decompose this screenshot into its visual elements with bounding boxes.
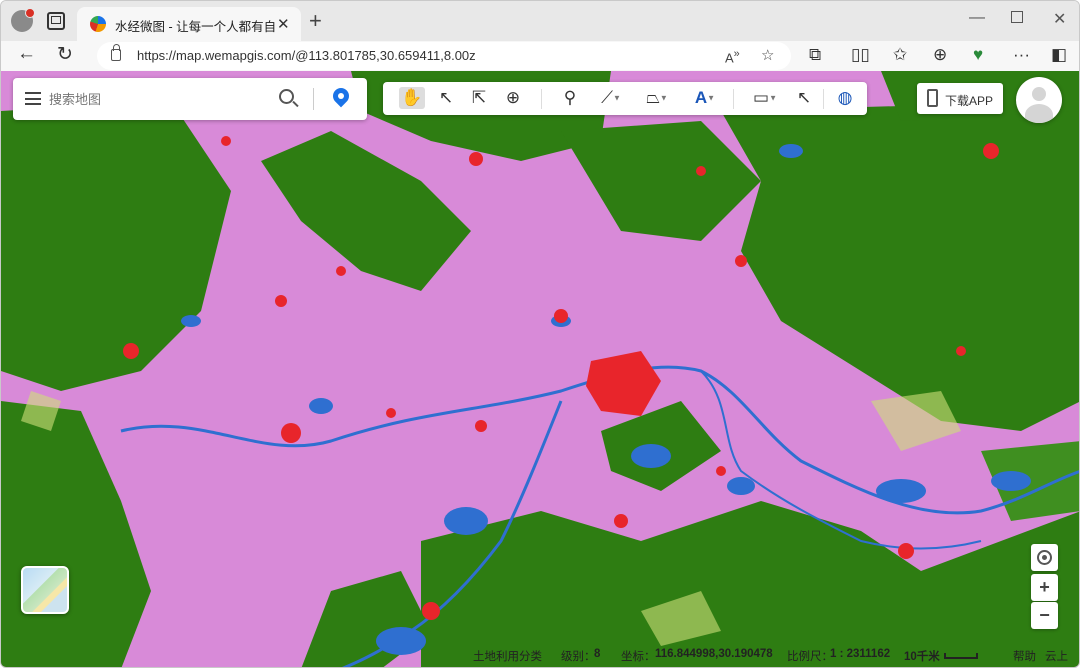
basemap-switcher[interactable] [21, 566, 69, 614]
level-label: 级别： [561, 651, 596, 663]
read-aloud-icon[interactable]: A» [725, 48, 740, 65]
tab-title: 水经微图 - 让每一个人都有自己的 [115, 20, 275, 34]
maximize-icon[interactable] [1011, 11, 1023, 23]
zoom-in-button[interactable]: + [1031, 574, 1058, 601]
tab-bar: 水经微图 - 让每一个人都有自己的 ✕ + — ✕ [1, 1, 1079, 41]
land-use-map [1, 71, 1079, 667]
toolbar-divider [823, 89, 824, 109]
extensions-icon[interactable]: ⧉ [809, 45, 821, 65]
download-app-button[interactable]: 下载APP [917, 83, 1003, 114]
favorites-icon[interactable]: ✩ [893, 45, 907, 65]
collections-icon[interactable]: ⊕ [933, 45, 947, 65]
map-status-bar: 土地利用分类 级别： 8 坐标： 116.844998,30.190478 比例… [1, 645, 1079, 667]
minimize-icon[interactable]: — [969, 9, 985, 27]
toolbar-divider [541, 89, 542, 109]
new-tab-icon[interactable]: + [309, 8, 322, 34]
add-text-icon[interactable]: A▼ [687, 87, 723, 109]
sidebar-toggle-icon[interactable]: ◧ [1051, 45, 1067, 65]
split-screen-icon[interactable]: ▯▯ [851, 45, 870, 65]
map-toolbar: ✋ ↖ ⇱ ⊕ ⚲ ⟋▼ ⏢▼ A▼ ▭▼ ↖ ◍ [383, 82, 867, 115]
url-field[interactable]: https://map.wemapgis.com/@113.801785,30.… [97, 42, 791, 70]
coord-label: 坐标： [621, 651, 656, 663]
menu-icon[interactable] [25, 92, 41, 105]
scale-value: 1 : 2311162 [830, 648, 891, 660]
draw-polygon-icon[interactable]: ⏢▼ [639, 87, 675, 109]
address-bar: ← ↻ https://map.wemapgis.com/@113.801785… [1, 41, 1079, 71]
draw-line-icon[interactable]: ⟋▼ [593, 87, 629, 109]
location-pin-icon[interactable] [329, 84, 353, 108]
cloud-link[interactable]: 云上 [1045, 648, 1068, 664]
map-canvas[interactable]: ✋ ↖ ⇱ ⊕ ⚲ ⟋▼ ⏢▼ A▼ ▭▼ ↖ ◍ 下载APP + − 土地利用… [1, 71, 1079, 667]
identify-cursor-icon[interactable]: ↖ [793, 87, 815, 109]
reload-icon[interactable]: ↻ [57, 43, 73, 66]
locate-button[interactable] [1031, 544, 1058, 571]
browser-essentials-icon[interactable]: ♥ [973, 45, 983, 65]
coord-value: 116.844998,30.190478 [655, 648, 773, 660]
select-arrow-icon[interactable]: ↖ [435, 87, 457, 109]
favorite-star-icon[interactable]: ☆ [761, 46, 774, 64]
download-app-label: 下载APP [945, 94, 994, 108]
measure-ruler-icon[interactable]: ▭▼ [745, 87, 785, 109]
back-icon[interactable]: ← [17, 43, 36, 65]
search-input[interactable] [49, 88, 269, 110]
lock-icon [111, 44, 121, 61]
toolbar-divider [733, 89, 734, 109]
locate-target-icon [1037, 550, 1052, 565]
zoom-box-icon[interactable]: ⊕ [501, 87, 525, 109]
tab-actions-icon[interactable] [47, 12, 65, 30]
tab-close-icon[interactable]: ✕ [277, 15, 290, 33]
map-search-box [13, 78, 367, 120]
more-menu-icon[interactable]: ··· [1013, 45, 1030, 65]
level-value: 8 [594, 648, 601, 660]
place-marker-icon[interactable]: ⚲ [559, 87, 581, 109]
phone-icon [927, 89, 938, 107]
url-text: https://map.wemapgis.com/@113.801785,30.… [137, 48, 476, 63]
scale-label: 比例尺： [787, 651, 833, 663]
zoom-out-button[interactable]: − [1031, 602, 1058, 629]
layer-name: 土地利用分类 [473, 651, 542, 663]
browser-tab[interactable]: 水经微图 - 让每一个人都有自己的 ✕ [77, 7, 301, 41]
scale-bar [944, 653, 978, 659]
box-select-icon[interactable]: ⇱ [467, 87, 491, 109]
profile-icon[interactable] [11, 8, 35, 32]
user-avatar[interactable] [1016, 77, 1062, 123]
scale-distance: 10千米 [904, 651, 940, 663]
browser-window: 水经微图 - 让每一个人都有自己的 ✕ + — ✕ ← ↻ https://ma… [0, 0, 1080, 668]
help-link[interactable]: 帮助 [1013, 648, 1036, 664]
close-window-icon[interactable]: ✕ [1053, 9, 1066, 29]
search-divider [313, 88, 314, 110]
search-icon[interactable] [279, 89, 294, 104]
globe-icon[interactable]: ◍ [833, 87, 857, 109]
pan-hand-icon[interactable]: ✋ [399, 87, 425, 109]
site-favicon-icon [90, 16, 106, 32]
